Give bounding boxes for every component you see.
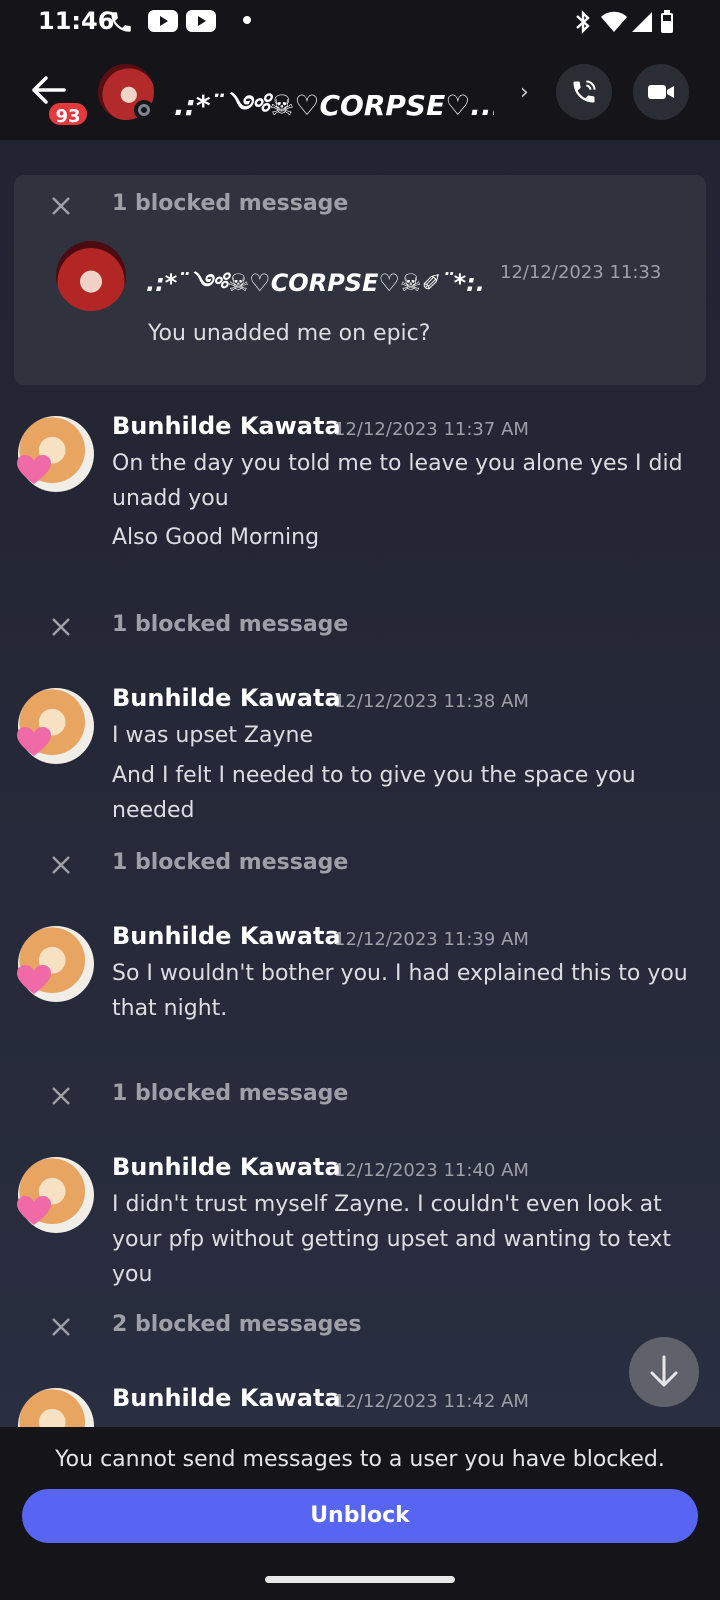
unblock-button[interactable]: Unblock [22,1489,698,1543]
blocked-message-card[interactable]: 1 blocked message .:*¨༺☠︎♡CORPSE♡☠︎✐¨*:.… [14,175,706,385]
blocked-user-panel: You cannot send messages to a user you h… [0,1427,720,1557]
avatar[interactable] [17,1157,94,1233]
status-bar: 11:46 [0,0,720,44]
message-timestamp: 12/12/2023 11:40 AM [334,1160,529,1181]
message-text: On the day you told me to leave you alon… [112,451,683,511]
avatar[interactable] [18,1388,94,1427]
message-timestamp: 12/12/2023 11:33 [500,262,662,283]
message-timestamp: 12/12/2023 11:38 AM [334,691,529,712]
youtube-icon [148,10,178,32]
message-text: So I wouldn't bother you. I had explaine… [112,961,688,1021]
blocked-message-label[interactable]: 1 blocked message [112,191,348,216]
message-author[interactable]: Bunhilde Kawata [112,1384,341,1412]
heart-icon [17,455,51,484]
wifi-icon [601,11,627,32]
chat-header: 93 .:*¨༺☠︎♡CORPSE♡... › [0,44,720,140]
video-call-button[interactable] [633,64,689,120]
heart-icon [17,965,51,994]
youtube-icon [186,10,216,32]
blocked-message-label[interactable]: 1 blocked message [112,1081,348,1106]
message-timestamp: 12/12/2023 11:42 AM [334,1391,529,1412]
arrow-down-icon [650,1355,678,1387]
phone-call-icon [573,80,596,103]
video-camera-icon [648,85,674,99]
status-time: 11:46 [38,7,115,35]
heart-icon [17,727,51,756]
close-icon[interactable] [50,195,72,217]
battery-icon [661,10,673,33]
blocked-notice-text: You cannot send messages to a user you h… [55,1447,665,1472]
message-text: You unadded me on epic? [148,321,431,346]
message-list[interactable]: 1 blocked message .:*¨༺☠︎♡CORPSE♡☠︎✐¨*:.… [0,140,720,1427]
close-icon[interactable] [50,1316,72,1338]
notification-dot-icon [243,16,251,24]
offline-status-icon [134,100,154,120]
message-author[interactable]: Bunhilde Kawata [112,922,341,950]
close-icon[interactable] [50,616,72,638]
scroll-to-bottom-button[interactable] [629,1337,699,1407]
blocked-message-label[interactable]: 1 blocked message [112,850,348,875]
avatar[interactable] [56,241,126,311]
blocked-message-label[interactable]: 1 blocked message [112,612,348,637]
cellular-icon [632,12,652,32]
message-author[interactable]: .:*¨༺☠︎♡CORPSE♡☠︎✐¨*:. [146,257,485,324]
home-indicator[interactable] [265,1576,455,1583]
bluetooth-icon [576,10,590,34]
navigation-bar [0,1557,720,1600]
close-icon[interactable] [50,854,72,876]
message-text: Also Good Morning [112,525,320,550]
message-timestamp: 12/12/2023 11:39 AM [334,929,529,950]
unread-badge: 93 [46,100,90,128]
message-timestamp: 12/12/2023 11:37 AM [334,419,529,440]
message-text: I didn't trust myself Zayne. I couldn't … [112,1192,672,1287]
avatar[interactable] [17,416,94,492]
blocked-message-label[interactable]: 2 blocked messages [112,1312,361,1337]
call-button[interactable] [556,64,612,120]
message-text: I was upset Zayne [112,723,313,748]
message-author[interactable]: Bunhilde Kawata [112,684,341,712]
avatar[interactable] [17,688,94,764]
message-author[interactable]: Bunhilde Kawata [112,412,341,440]
phone-icon [111,12,131,32]
message-text: And I felt I needed to to give you the s… [112,763,636,823]
avatar[interactable] [17,926,94,1002]
chevron-right-icon[interactable]: › [520,80,529,105]
close-icon[interactable] [50,1085,72,1107]
message-author[interactable]: Bunhilde Kawata [112,1153,341,1181]
heart-icon [17,1196,51,1225]
